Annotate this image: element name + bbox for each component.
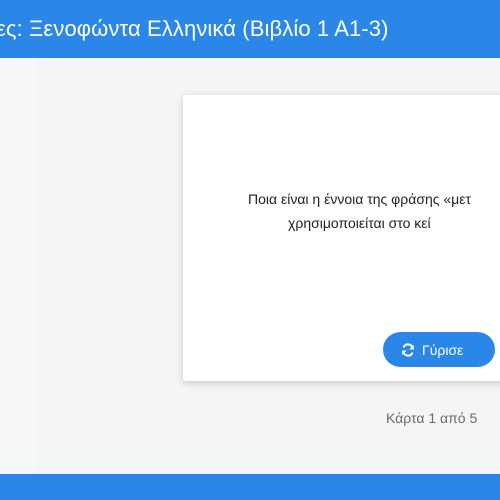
flip-button[interactable]: Γύρισε <box>383 332 495 367</box>
refresh-icon <box>402 342 414 357</box>
question-line-2: χρησιμοποιείται στο κεί <box>288 215 431 231</box>
flashcard: Ποια είναι η έννοια της φράσης «μετ χρησ… <box>183 95 500 381</box>
flip-button-label: Γύρισε <box>422 341 464 358</box>
app-footer <box>0 474 500 500</box>
app-header: ες: Ξενοφώντα Ελληνικά (Βιβλίο 1 Α1-3) <box>0 0 500 58</box>
left-panel <box>0 58 36 474</box>
card-counter: Κάρτα 1 από 5 <box>386 410 478 426</box>
question-line-1: Ποια είναι η έννοια της φράσης «μετ <box>248 191 472 207</box>
page-title: ες: Ξενοφώντα Ελληνικά (Βιβλίο 1 Α1-3) <box>0 16 389 41</box>
